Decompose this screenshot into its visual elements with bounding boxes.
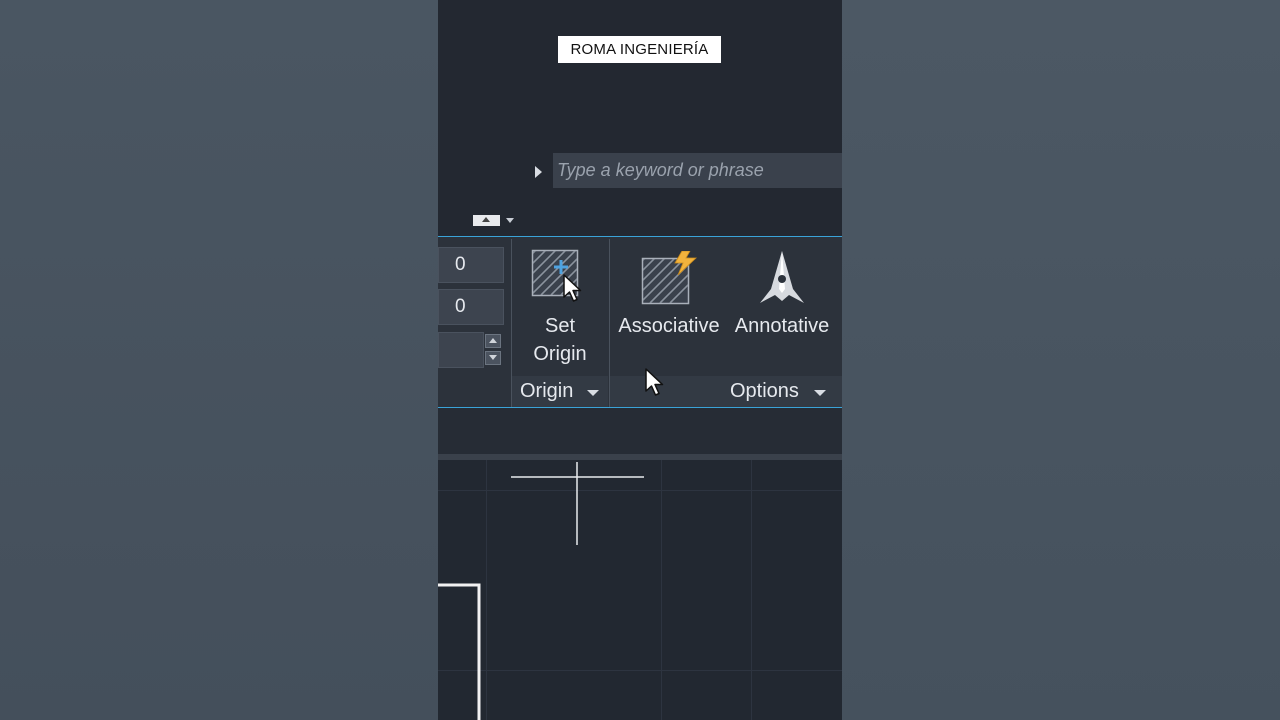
hatch-spacing-field[interactable] — [438, 332, 484, 368]
autocad-window: ROMA INGENIERÍA 0 0 — [438, 0, 842, 720]
spinner-down-button[interactable] — [485, 351, 501, 365]
associative-label[interactable]: Associative — [614, 312, 724, 340]
mouse-pointer-icon — [562, 273, 584, 310]
expand-triangle-icon[interactable] — [535, 166, 542, 178]
mouse-pointer-icon — [644, 367, 666, 404]
spinner-control[interactable] — [485, 334, 503, 367]
drawing-geometry — [438, 462, 644, 720]
associative-hatch-icon[interactable] — [640, 250, 700, 312]
origin-panel-title[interactable]: Origin — [520, 376, 573, 407]
hatch-angle-field[interactable]: 0 — [438, 247, 504, 283]
set-origin-label-line2[interactable]: Origin — [512, 340, 608, 368]
background-right — [842, 0, 1280, 720]
options-panel-title[interactable]: Options — [730, 376, 799, 407]
annotative-label[interactable]: Annotative — [724, 312, 840, 340]
annotative-icon[interactable] — [756, 249, 808, 312]
ribbon-hatch-editor: 0 0 Set Origin Origin Associative Annota… — [438, 236, 842, 408]
chevron-down-icon[interactable] — [814, 390, 826, 396]
chevron-down-icon[interactable] — [587, 390, 599, 396]
drawing-canvas[interactable] — [438, 454, 842, 720]
background-left — [0, 0, 438, 720]
spinner-up-button[interactable] — [485, 334, 501, 348]
set-origin-label[interactable]: Set — [512, 312, 608, 340]
search-input[interactable] — [553, 153, 842, 188]
watermark-label: ROMA INGENIERÍA — [558, 36, 721, 63]
hatch-scale-field[interactable]: 0 — [438, 289, 504, 325]
chevron-down-icon[interactable] — [506, 218, 514, 223]
quick-access-toggle-button[interactable] — [473, 215, 500, 226]
file-tab-strip — [438, 408, 842, 454]
